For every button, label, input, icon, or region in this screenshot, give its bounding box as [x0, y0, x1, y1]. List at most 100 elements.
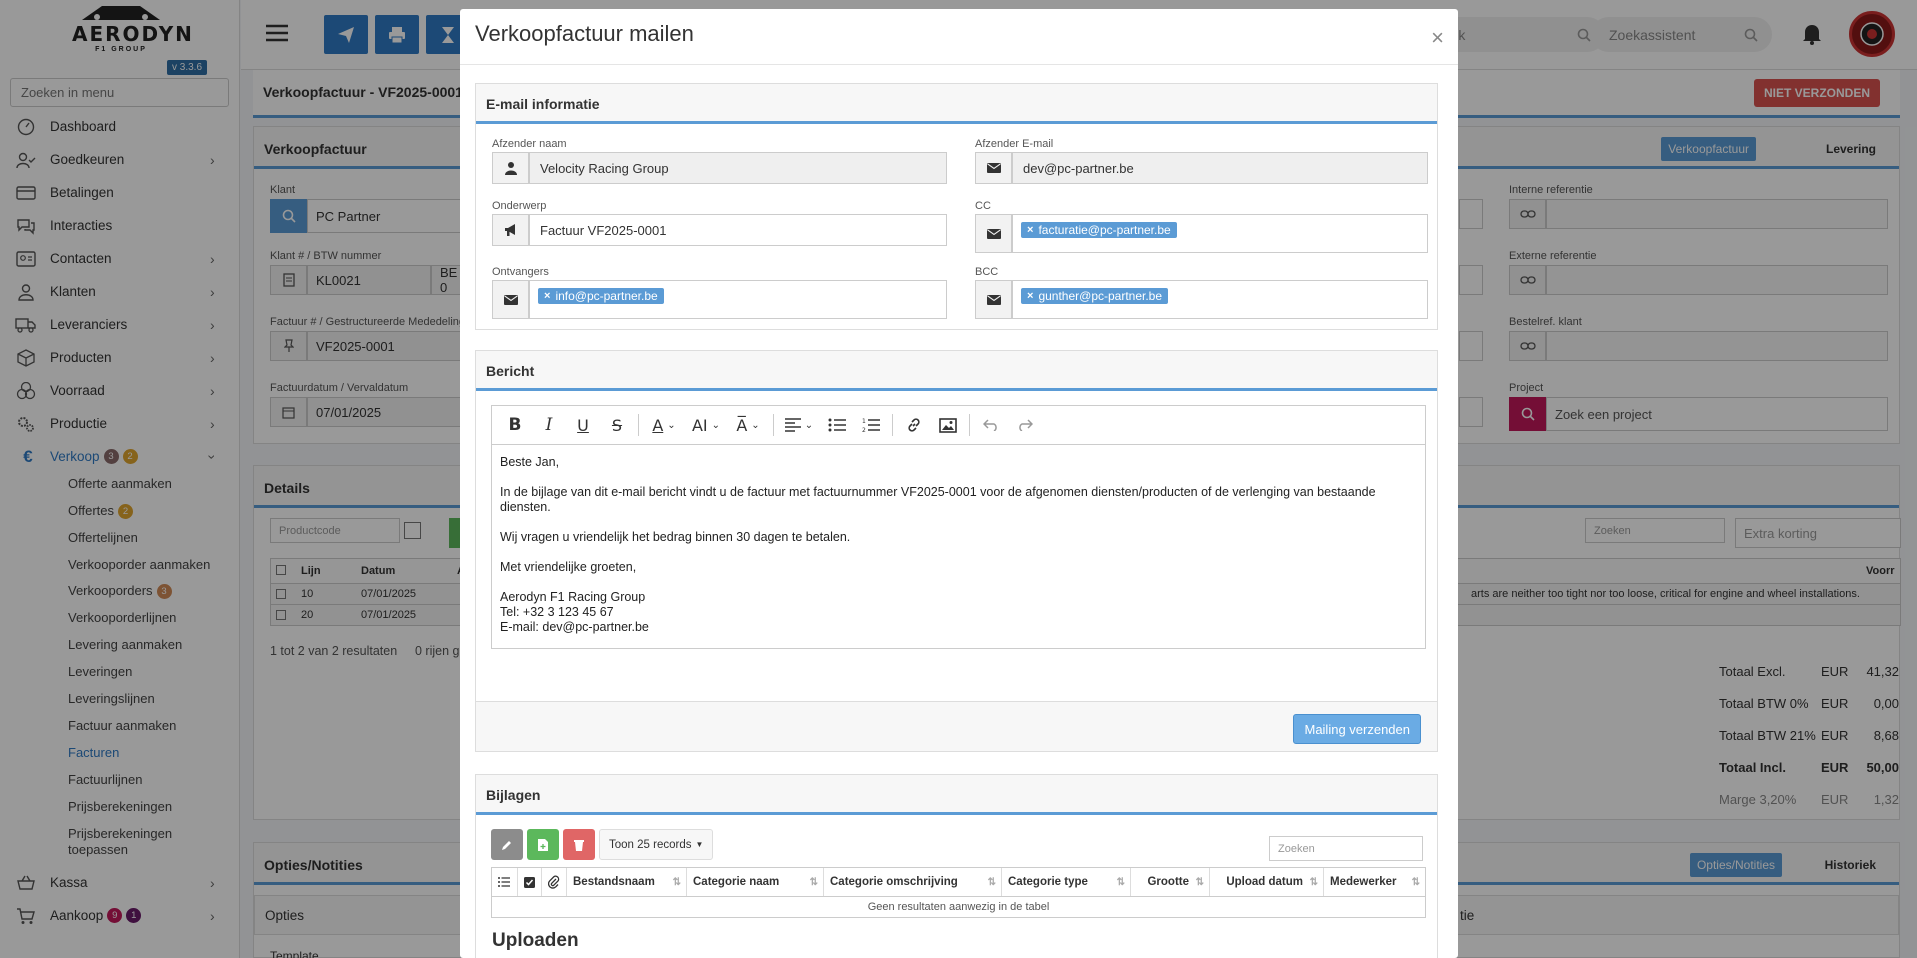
megaphone-addon — [492, 214, 529, 246]
bcc-tag: × gunther@pc-partner.be — [1021, 288, 1169, 304]
list-icon — [498, 877, 510, 887]
redo-icon — [1017, 419, 1033, 431]
col-categorie-omschrijving[interactable]: Categorie omschrijving ⇅ — [824, 868, 1002, 896]
ontvangers-input[interactable]: × info@pc-partner.be — [529, 280, 947, 319]
strikethrough-icon: S — [611, 415, 623, 435]
mail-invoice-modal: Verkoopfactuur mailen × E-mail informati… — [460, 9, 1458, 958]
col-upload-datum[interactable]: Upload datum ⇅ — [1210, 868, 1324, 896]
text-style-button[interactable]: A̅ ⌄ — [727, 410, 769, 440]
chevron-down-icon: ⌄ — [751, 419, 760, 431]
afzender-naam-label: Afzender naam — [492, 138, 567, 150]
font-size-icon: AI — [691, 415, 708, 435]
numbered-list-button[interactable]: 12 — [854, 410, 888, 440]
font-color-icon: A — [652, 415, 664, 435]
signature-company: Aerodyn F1 Racing Group — [500, 590, 646, 604]
toolbar-divider — [638, 414, 639, 436]
col-attachment[interactable] — [542, 868, 567, 896]
bullet-list-icon — [828, 418, 846, 432]
remove-tag-icon[interactable]: × — [1027, 224, 1033, 236]
afzender-naam-input[interactable]: Velocity Racing Group — [529, 152, 947, 184]
message-footer: Mailing verzenden — [476, 701, 1437, 751]
sort-icon: ⇅ — [1411, 876, 1420, 888]
col-list-toggle[interactable] — [492, 868, 518, 896]
sort-icon: ⇅ — [1195, 876, 1204, 888]
message-section: Bericht B I U S A ⌄ AI ⌄ A̅ ⌄ ⌄ 12 Beste Ja… — [475, 350, 1438, 752]
bold-icon: B — [508, 415, 522, 435]
insert-image-button[interactable] — [931, 410, 965, 440]
envelope-icon — [986, 228, 1001, 239]
records-per-page-select[interactable]: Toon 25 records ▼ — [599, 829, 714, 860]
undo-icon — [983, 419, 999, 431]
email-info-header: E-mail informatie — [476, 84, 1437, 124]
italic-button[interactable]: I — [532, 410, 566, 440]
editor-toolbar: B I U S A ⌄ AI ⌄ A̅ ⌄ ⌄ 12 — [491, 405, 1426, 444]
col-medewerker[interactable]: Medewerker ⇅ — [1324, 868, 1425, 896]
envelope-addon — [975, 280, 1012, 319]
attachments-search-input[interactable]: Zoeken — [1269, 836, 1423, 861]
font-size-button[interactable]: AI ⌄ — [685, 410, 727, 440]
col-categorie-naam[interactable]: Categorie naam ⇅ — [687, 868, 824, 896]
svg-text:2: 2 — [862, 427, 866, 433]
attachments-table-header: Bestandsnaam ⇅ Categorie naam ⇅ Categorie … — [491, 867, 1426, 897]
strikethrough-button[interactable]: S — [600, 410, 634, 440]
upload-title: Uploaden — [492, 930, 579, 951]
modal-title: Verkoopfactuur mailen — [475, 21, 694, 46]
ontvangers-label: Ontvangers — [492, 266, 549, 278]
italic-icon: I — [545, 415, 553, 435]
bullet-list-button[interactable] — [820, 410, 854, 440]
checkbox-checked-icon — [524, 876, 535, 888]
chevron-down-icon: ⌄ — [711, 419, 721, 431]
font-color-button[interactable]: A ⌄ — [643, 410, 685, 440]
attachments-section: Bijlagen Toon 25 records ▼ Zoeken Bestand… — [475, 774, 1438, 958]
envelope-icon — [503, 294, 518, 305]
align-left-icon — [784, 418, 801, 432]
paperclip-icon — [548, 875, 560, 889]
col-grootte[interactable]: Grootte ⇅ — [1131, 868, 1210, 896]
chevron-down-icon: ⌄ — [667, 419, 676, 431]
bcc-input[interactable]: × gunther@pc-partner.be — [1012, 280, 1428, 319]
cc-input[interactable]: × facturatie@pc-partner.be — [1012, 214, 1428, 253]
remove-tag-icon[interactable]: × — [544, 290, 550, 302]
onderwerp-input[interactable]: Factuur VF2025-0001 — [529, 214, 947, 246]
trash-icon — [574, 839, 584, 851]
user-icon — [504, 161, 517, 175]
afzender-email-label: Afzender E-mail — [975, 138, 1054, 150]
envelope-addon — [975, 214, 1012, 253]
sort-icon: ⇅ — [1116, 876, 1125, 888]
text-style-icon: A̅ — [736, 415, 748, 435]
align-button[interactable]: ⌄ — [778, 410, 820, 440]
send-mailing-button[interactable]: Mailing verzenden — [1293, 714, 1421, 744]
message-paragraph-2: Wij vragen u vriendelijk het bedrag binn… — [500, 530, 851, 544]
undo-button[interactable] — [974, 410, 1008, 440]
col-bestandsnaam[interactable]: Bestandsnaam ⇅ — [567, 868, 687, 896]
add-attachment-button[interactable] — [527, 829, 559, 860]
col-select[interactable] — [518, 868, 542, 896]
toolbar-divider — [773, 414, 774, 436]
underline-icon: U — [577, 415, 589, 435]
close-icon[interactable]: × — [1431, 25, 1444, 51]
insert-link-button[interactable] — [897, 410, 931, 440]
chevron-down-icon: ⌄ — [804, 419, 814, 431]
col-categorie-type[interactable]: Categorie type ⇅ — [1002, 868, 1131, 896]
message-paragraph-1: In de bijlage van dit e-mail bericht vin… — [500, 485, 1376, 514]
sort-icon: ⇅ — [1309, 876, 1318, 888]
attachments-empty-row: Geen resultaten aanwezig in de tabel — [491, 897, 1426, 918]
delete-attachment-button[interactable] — [563, 829, 595, 860]
link-icon — [906, 417, 922, 433]
onderwerp-label: Onderwerp — [492, 200, 547, 212]
cc-label: CC — [975, 200, 991, 212]
redo-button[interactable] — [1008, 410, 1042, 440]
sort-icon: ⇅ — [987, 876, 996, 888]
edit-attachment-button[interactable] — [491, 829, 523, 860]
afzender-email-input[interactable]: dev@pc-partner.be — [1012, 152, 1428, 184]
megaphone-icon — [504, 223, 518, 237]
remove-tag-icon[interactable]: × — [1027, 290, 1033, 302]
underline-button[interactable]: U — [566, 410, 600, 440]
sort-icon: ⇅ — [672, 876, 681, 888]
message-header: Bericht — [476, 351, 1437, 391]
file-add-icon — [538, 838, 548, 851]
bold-button[interactable]: B — [498, 410, 532, 440]
message-editor[interactable]: Beste Jan, In de bijlage van dit e-mail … — [491, 444, 1426, 649]
email-info-section: E-mail informatie Afzender naam Velocity… — [475, 83, 1438, 330]
envelope-icon — [986, 163, 1001, 173]
